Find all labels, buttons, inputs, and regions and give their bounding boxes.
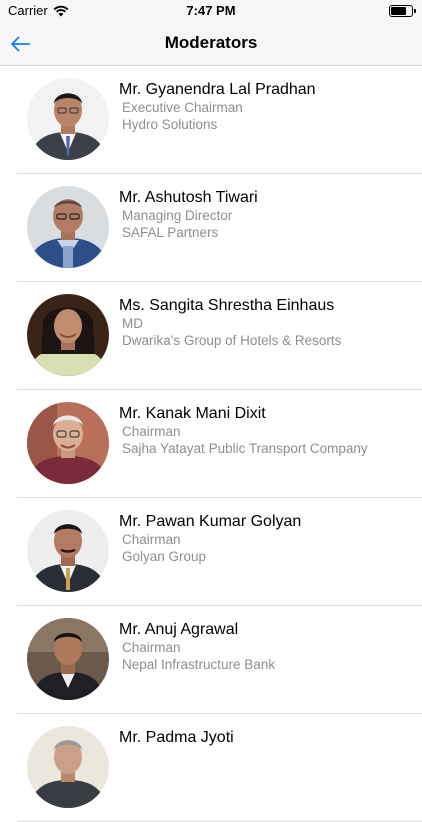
moderator-organization: Golyan Group (122, 549, 207, 564)
moderator-organization: Nepal Infrastructure Bank (122, 657, 276, 672)
status-bar: Carrier 7:47 PM (0, 0, 422, 22)
moderator-row[interactable]: Mr. Gyanendra Lal Pradhan Executive Chai… (0, 66, 422, 174)
avatar (27, 402, 109, 484)
moderator-title: Managing Director (122, 208, 233, 223)
avatar (27, 186, 109, 268)
moderator-organization: Dwarika's Group of Hotels & Resorts (122, 333, 342, 348)
moderator-name: Mr. Anuj Agrawal (119, 621, 239, 638)
moderator-row[interactable]: Mr. Anuj Agrawal Chairman Nepal Infrastr… (0, 606, 422, 714)
moderator-list: Mr. Gyanendra Lal Pradhan Executive Chai… (0, 66, 422, 822)
avatar (27, 510, 109, 592)
moderator-row[interactable]: Mr. Pawan Kumar Golyan Chairman Golyan G… (0, 498, 422, 606)
moderator-title: Chairman (122, 532, 181, 547)
moderator-row[interactable]: Ms. Sangita Shrestha Einhaus MD Dwarika'… (0, 282, 422, 390)
moderator-title: Executive Chairman (122, 100, 243, 115)
avatar (27, 726, 109, 808)
moderator-name: Mr. Kanak Mani Dixit (119, 405, 266, 422)
moderator-organization: SAFAL Partners (122, 225, 219, 240)
moderator-name: Mr. Ashutosh Tiwari (119, 189, 258, 206)
status-time: 7:47 PM (186, 3, 236, 18)
moderator-row[interactable]: Mr. Kanak Mani Dixit Chairman Sajha Yata… (0, 390, 422, 498)
navigation-bar: Moderators (0, 22, 422, 66)
moderator-row[interactable]: Mr. Ashutosh Tiwari Managing Director SA… (0, 174, 422, 282)
avatar (27, 78, 109, 160)
avatar (27, 294, 109, 376)
moderator-title: Chairman (122, 424, 181, 439)
moderator-title: Chairman (122, 640, 181, 655)
moderator-name: Mr. Gyanendra Lal Pradhan (119, 81, 316, 98)
page-title: Moderators (164, 33, 258, 52)
moderator-organization: Sajha Yatayat Public Transport Company (122, 441, 368, 456)
moderator-name: Ms. Sangita Shrestha Einhaus (119, 297, 335, 314)
moderator-title: MD (122, 316, 143, 331)
battery-icon (389, 5, 416, 17)
moderator-organization: Hydro Solutions (122, 117, 218, 132)
avatar (27, 618, 109, 700)
moderator-name: Mr. Padma Jyoti (119, 729, 234, 746)
moderator-name: Mr. Pawan Kumar Golyan (119, 513, 302, 530)
moderator-row[interactable]: Mr. Padma Jyoti (0, 714, 422, 822)
